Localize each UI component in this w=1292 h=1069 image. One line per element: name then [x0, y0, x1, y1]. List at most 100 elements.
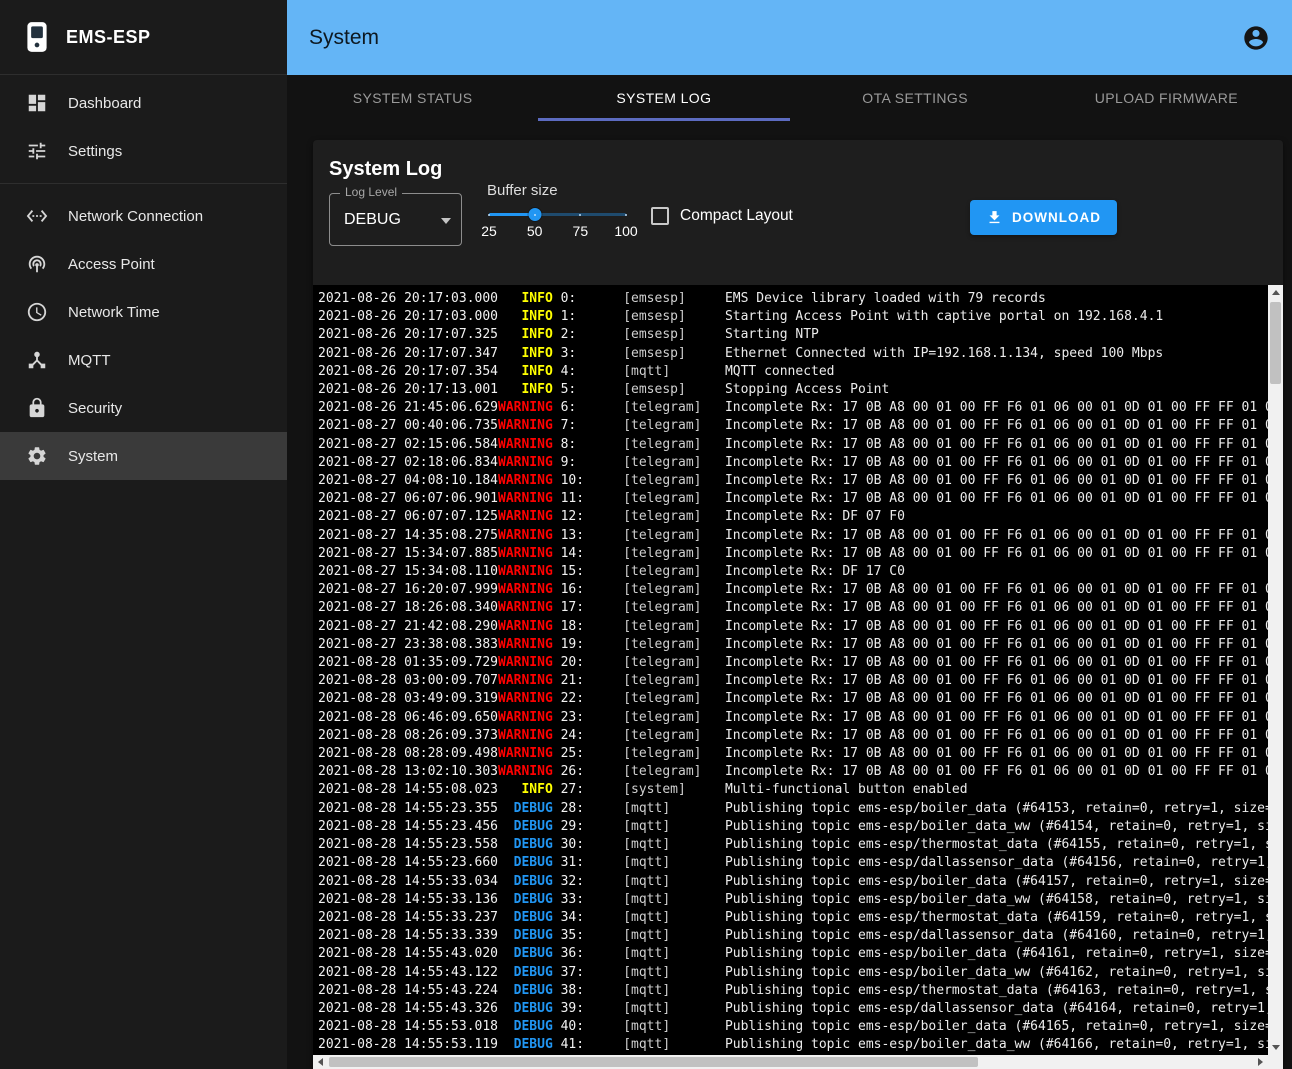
download-button[interactable]: DOWNLOAD	[970, 200, 1117, 235]
lock-icon	[26, 397, 48, 419]
scroll-up-icon[interactable]	[1268, 285, 1283, 300]
compact-layout-checkbox[interactable]	[651, 207, 669, 225]
log-level: WARNING	[498, 709, 553, 727]
log-row: 2021-08-28 14:55:23.355DEBUG28:[mqtt]Pub…	[318, 800, 1268, 818]
buffer-size-slider[interactable]: 255075100	[489, 201, 626, 241]
log-row: 2021-08-27 00:40:06.735WARNING7:[telegra…	[318, 417, 1268, 435]
brand: EMS-ESP	[0, 0, 287, 75]
log-row: 2021-08-28 13:02:10.303WARNING26:[telegr…	[318, 763, 1268, 781]
tab-ota-settings[interactable]: OTA SETTINGS	[790, 75, 1041, 121]
log-row: 2021-08-28 14:55:33.339DEBUG35:[mqtt]Pub…	[318, 927, 1268, 945]
sidebar: EMS-ESP DashboardSettings Network Connect…	[0, 0, 287, 1069]
device-hub-icon	[26, 349, 48, 371]
log-timestamp: 2021-08-28 14:55:43.122	[318, 964, 498, 982]
log-message: Publishing topic ems-esp/boiler_data_ww …	[725, 891, 1268, 909]
log-source: [emsesp]	[623, 326, 725, 344]
scroll-right-icon[interactable]	[1253, 1055, 1268, 1069]
log-source: [telegram]	[623, 527, 725, 545]
sidebar-item-network-connection[interactable]: Network Connection	[0, 192, 287, 240]
log-timestamp: 2021-08-28 14:55:23.660	[318, 854, 498, 872]
log-timestamp: 2021-08-28 03:49:09.319	[318, 690, 498, 708]
scroll-down-icon[interactable]	[1268, 1040, 1283, 1055]
sidebar-item-label: Network Time	[68, 304, 160, 321]
log-message: Publishing topic ems-esp/boiler_data_ww …	[725, 1036, 1268, 1054]
buffer-size-label: Buffer size	[487, 182, 652, 199]
sidebar-item-dashboard[interactable]: Dashboard	[0, 79, 287, 127]
log-level: WARNING	[498, 599, 553, 617]
vertical-scroll-thumb[interactable]	[1270, 302, 1281, 384]
log-timestamp: 2021-08-27 02:18:06.834	[318, 454, 498, 472]
log-message: Publishing topic ems-esp/thermostat_data…	[725, 836, 1268, 854]
log-level: WARNING	[498, 763, 553, 781]
log-timestamp: 2021-08-28 14:55:33.136	[318, 891, 498, 909]
scroll-left-icon[interactable]	[313, 1055, 328, 1069]
log-message: Incomplete Rx: 17 0B A8 00 01 00 FF F6 0…	[725, 454, 1268, 472]
ethernet-icon	[26, 205, 48, 227]
log-row: 2021-08-28 14:55:33.237DEBUG34:[mqtt]Pub…	[318, 909, 1268, 927]
log-level: DEBUG	[498, 1018, 553, 1036]
horizontal-scroll-thumb[interactable]	[329, 1057, 978, 1067]
log-index: 8:	[561, 436, 624, 454]
log-message: Publishing topic ems-esp/boiler_data_ww …	[725, 964, 1268, 982]
log-level: INFO	[498, 381, 553, 399]
log-row: 2021-08-28 14:55:33.136DEBUG33:[mqtt]Pub…	[318, 891, 1268, 909]
sidebar-item-label: System	[68, 448, 118, 465]
log-row: 2021-08-28 14:55:43.122DEBUG37:[mqtt]Pub…	[318, 964, 1268, 982]
sidebar-item-label: Network Connection	[68, 208, 203, 225]
log-index: 2:	[561, 326, 624, 344]
log-row: 2021-08-27 06:07:07.125WARNING12:[telegr…	[318, 508, 1268, 526]
log-source: [telegram]	[623, 709, 725, 727]
log-source: [telegram]	[623, 508, 725, 526]
log-row: 2021-08-26 20:17:03.000INFO0:[emsesp]EMS…	[318, 290, 1268, 308]
log-level: WARNING	[498, 472, 553, 490]
sidebar-item-system[interactable]: System	[0, 432, 287, 480]
log-message: Incomplete Rx: 17 0B A8 00 01 00 FF F6 0…	[725, 399, 1268, 417]
log-row: 2021-08-27 18:26:08.340WARNING17:[telegr…	[318, 599, 1268, 617]
log-row: 2021-08-27 02:18:06.834WARNING9:[telegra…	[318, 454, 1268, 472]
log-message: Incomplete Rx: 17 0B A8 00 01 00 FF F6 0…	[725, 672, 1268, 690]
sidebar-item-access-point[interactable]: Access Point	[0, 240, 287, 288]
log-level: WARNING	[498, 563, 553, 581]
log-index: 21:	[561, 672, 624, 690]
log-source: [telegram]	[623, 417, 725, 435]
log-message: Multi-functional button enabled	[725, 781, 1268, 799]
log-console[interactable]: 2021-08-26 20:17:03.000INFO0:[emsesp]EMS…	[313, 285, 1268, 1055]
log-level: DEBUG	[498, 964, 553, 982]
log-level: INFO	[498, 345, 553, 363]
log-level-select[interactable]: Log Level DEBUG	[329, 193, 462, 246]
log-source: [emsesp]	[623, 308, 725, 326]
log-source: [telegram]	[623, 545, 725, 563]
log-timestamp: 2021-08-27 14:35:08.275	[318, 527, 498, 545]
app-root: EMS-ESP DashboardSettings Network Connect…	[0, 0, 1292, 1069]
log-message: Publishing topic ems-esp/dallassensor_da…	[725, 854, 1268, 872]
log-row: 2021-08-28 14:55:23.660DEBUG31:[mqtt]Pub…	[318, 854, 1268, 872]
log-message: Incomplete Rx: DF 07 F0	[725, 508, 1268, 526]
log-level: WARNING	[498, 436, 553, 454]
log-timestamp: 2021-08-27 21:42:08.290	[318, 618, 498, 636]
sidebar-item-security[interactable]: Security	[0, 384, 287, 432]
log-row: 2021-08-27 21:42:08.290WARNING18:[telegr…	[318, 618, 1268, 636]
vertical-scrollbar[interactable]	[1268, 285, 1283, 1055]
tab-system-status[interactable]: SYSTEM STATUS	[287, 75, 538, 121]
sidebar-item-settings[interactable]: Settings	[0, 127, 287, 175]
log-index: 38:	[561, 982, 624, 1000]
log-message: Incomplete Rx: 17 0B A8 00 01 00 FF F6 0…	[725, 527, 1268, 545]
log-timestamp: 2021-08-27 15:34:08.110	[318, 563, 498, 581]
system-log-card: System Log Log Level DEBUG Buffer size 2…	[313, 140, 1283, 1069]
sidebar-item-network-time[interactable]: Network Time	[0, 288, 287, 336]
tab-system-log[interactable]: SYSTEM LOG	[538, 75, 789, 121]
horizontal-scrollbar[interactable]	[313, 1055, 1268, 1069]
scrollbar-corner	[1268, 1055, 1283, 1069]
log-timestamp: 2021-08-28 06:46:09.650	[318, 709, 498, 727]
sidebar-item-mqtt[interactable]: MQTT	[0, 336, 287, 384]
log-row: 2021-08-28 14:55:53.018DEBUG40:[mqtt]Pub…	[318, 1018, 1268, 1036]
tab-upload-firmware[interactable]: UPLOAD FIRMWARE	[1041, 75, 1292, 121]
log-message: Publishing topic ems-esp/boiler_data (#6…	[725, 1018, 1268, 1036]
log-source: [telegram]	[623, 690, 725, 708]
account-icon[interactable]	[1242, 24, 1270, 52]
log-index: 35:	[561, 927, 624, 945]
log-level: WARNING	[498, 672, 553, 690]
log-level: WARNING	[498, 417, 553, 435]
log-row: 2021-08-27 14:35:08.275WARNING13:[telegr…	[318, 527, 1268, 545]
log-index: 29:	[561, 818, 624, 836]
